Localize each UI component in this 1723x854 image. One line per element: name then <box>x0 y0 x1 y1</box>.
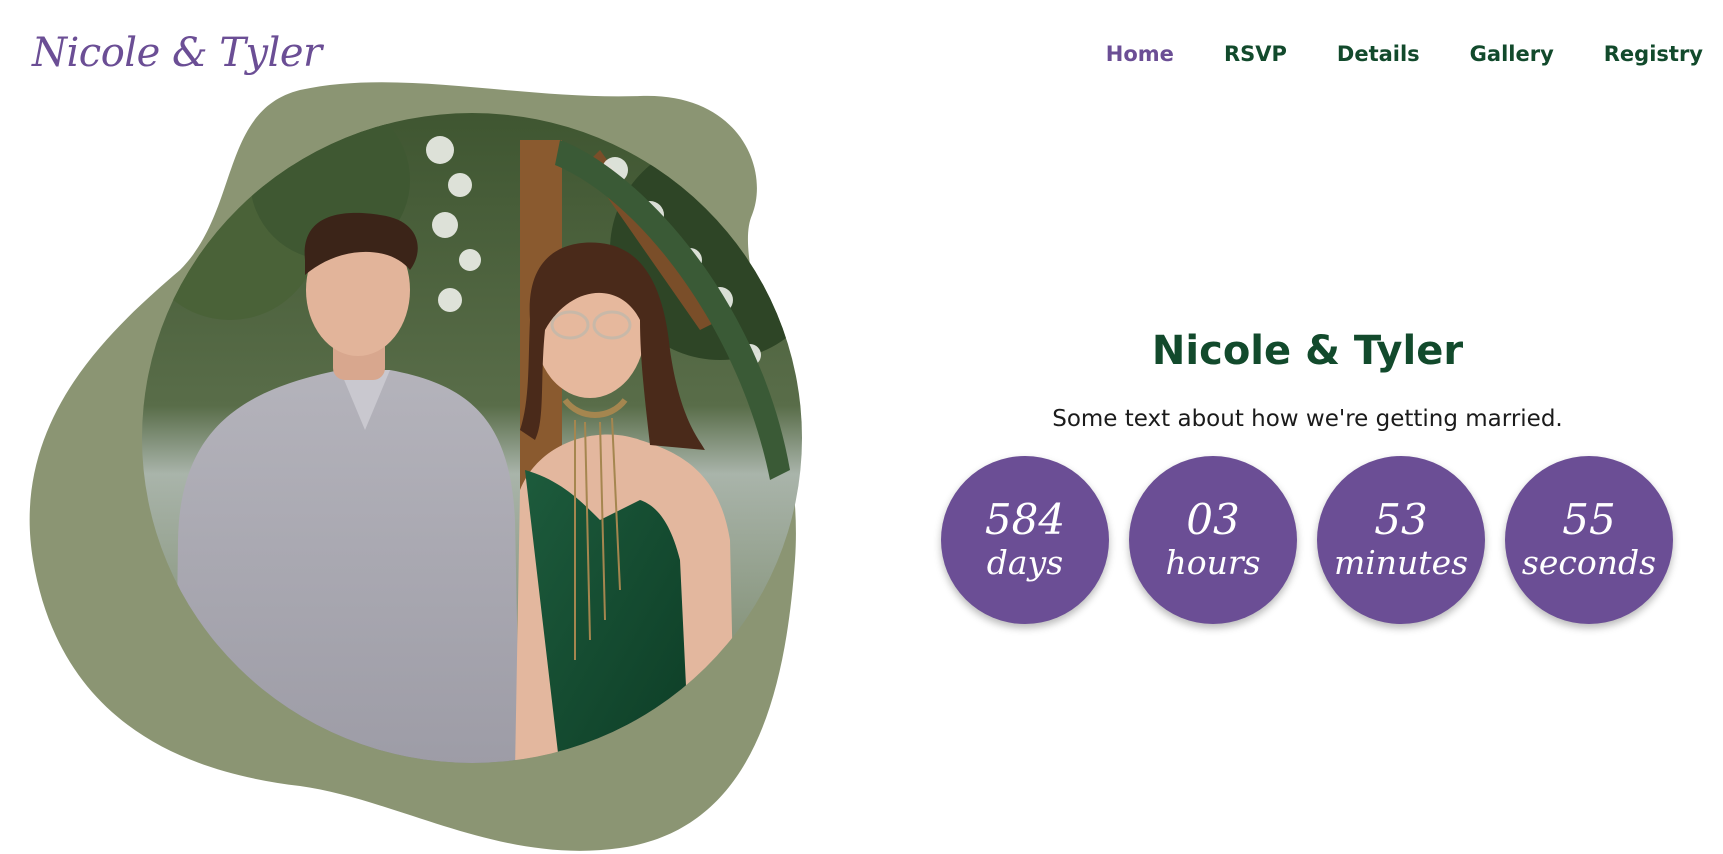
main-nav: Home RSVP Details Gallery Registry <box>1106 42 1703 66</box>
countdown-hours: 03 hours <box>1129 456 1297 624</box>
intro-text: Some text about how we're getting marrie… <box>1052 406 1563 432</box>
nav-rsvp[interactable]: RSVP <box>1224 42 1287 66</box>
nav-registry[interactable]: Registry <box>1604 42 1703 66</box>
nav-home[interactable]: Home <box>1106 42 1174 66</box>
hero-illustration <box>29 82 802 851</box>
countdown-value: 584 <box>984 495 1066 544</box>
countdown-minutes: 53 minutes <box>1317 456 1485 624</box>
hero-image-area <box>0 0 820 854</box>
countdown-value: 55 <box>1562 495 1616 544</box>
nav-details[interactable]: Details <box>1337 42 1420 66</box>
couple-title: Nicole & Tyler <box>1151 328 1464 374</box>
countdown-unit: hours <box>1165 543 1261 582</box>
countdown-days: 584 days <box>941 456 1109 624</box>
countdown-seconds: 55 seconds <box>1505 456 1673 624</box>
countdown-timer: 584 days 03 hours 53 minutes 55 seconds <box>941 456 1673 624</box>
nav-gallery[interactable]: Gallery <box>1470 42 1554 66</box>
countdown-unit: days <box>986 543 1064 582</box>
countdown-unit: minutes <box>1333 543 1469 582</box>
countdown-value: 03 <box>1186 495 1240 544</box>
countdown-value: 53 <box>1374 495 1428 544</box>
countdown-unit: seconds <box>1521 543 1657 582</box>
